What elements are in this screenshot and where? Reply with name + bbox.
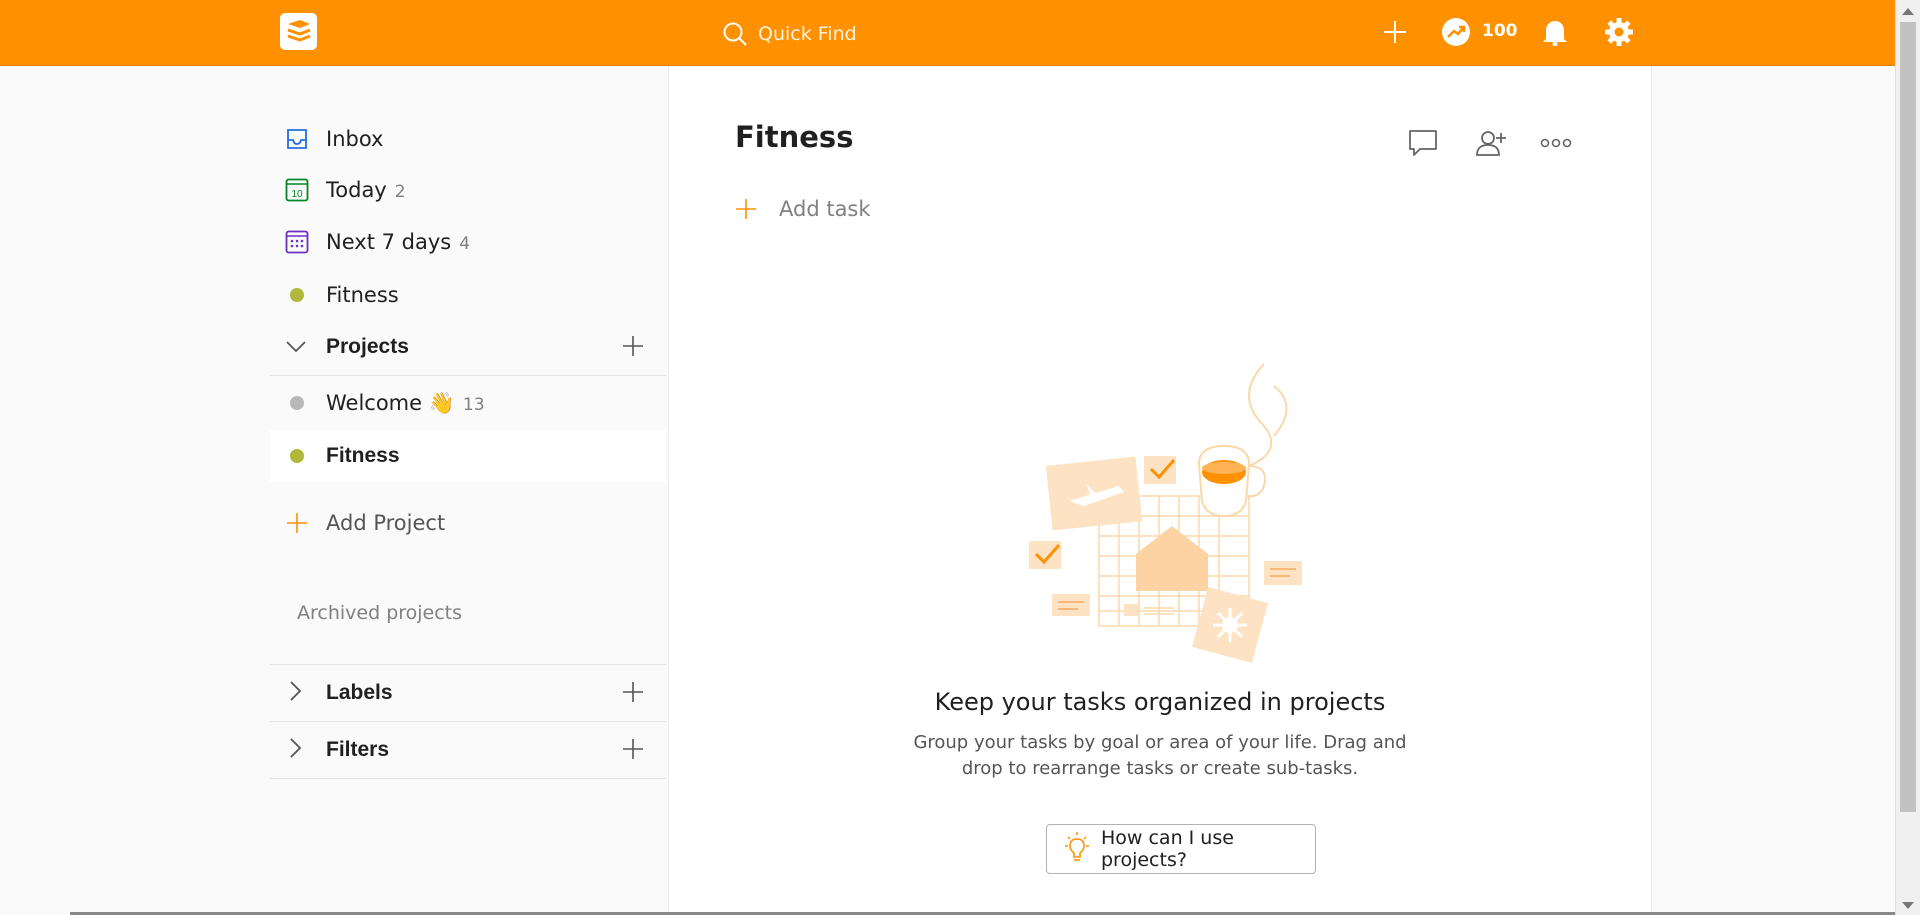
add-person-icon — [1476, 131, 1506, 156]
add-label-plus-icon[interactable] — [622, 681, 644, 707]
empty-state-illustration — [1029, 363, 1302, 663]
filters-title: Filters — [326, 738, 390, 761]
projects-title: Projects — [326, 335, 409, 358]
projects-section-header[interactable]: Projects — [270, 319, 666, 376]
bell-icon — [1543, 21, 1567, 46]
notifications-button[interactable] — [1536, 13, 1574, 51]
empty-state-title: Keep your tasks organized in projects — [934, 688, 1386, 716]
add-task-button[interactable]: Add task — [735, 194, 871, 224]
sidebar-item-next-7-days[interactable]: Next 7 days 4 — [270, 217, 666, 267]
svg-text:10: 10 — [291, 189, 303, 200]
plus-icon — [1384, 21, 1406, 43]
search-placeholder: Quick Find — [758, 23, 857, 45]
project-item-welcome[interactable]: Welcome 👋 13 — [270, 377, 666, 429]
project-label: Welcome 👋 — [326, 390, 455, 415]
project-item-fitness[interactable]: Fitness — [270, 430, 666, 482]
labels-title: Labels — [326, 681, 393, 704]
project-dot-icon — [284, 390, 310, 416]
logo-icon — [287, 20, 311, 42]
item-count: 2 — [394, 182, 406, 202]
sidebar: Inbox 10 Today 2 Next 7 days 4 Fitness P… — [0, 66, 667, 915]
calendar-today-icon: 10 — [284, 177, 310, 203]
scrollbar-thumb[interactable] — [1900, 22, 1916, 812]
comment-icon — [1409, 130, 1437, 156]
sidebar-item-label: Next 7 days — [326, 230, 452, 254]
add-project-button[interactable]: Add Project — [270, 498, 666, 548]
plus-icon — [736, 199, 756, 219]
sidebar-item-fitness-favorite[interactable]: Fitness — [270, 270, 666, 320]
sidebar-item-today[interactable]: 10 Today 2 — [270, 165, 666, 215]
project-dot-icon — [284, 282, 310, 308]
calendar-week-icon — [284, 229, 310, 255]
project-count: 13 — [462, 394, 485, 415]
top-bar: Quick Find 100 — [0, 0, 1895, 66]
filters-section-header[interactable]: Filters — [270, 722, 666, 779]
karma-trend-icon — [1442, 18, 1470, 46]
vertical-scrollbar[interactable] — [1895, 0, 1920, 915]
gear-icon — [1605, 18, 1633, 46]
item-count: 4 — [459, 234, 471, 254]
sidebar-item-label: Fitness — [326, 283, 399, 307]
sidebar-item-label: Today — [326, 178, 387, 202]
add-task-label: Add task — [779, 197, 871, 221]
settings-button[interactable] — [1600, 13, 1638, 51]
empty-state-description: Group your tasks by goal or area of your… — [913, 732, 1407, 779]
karma-score[interactable]: 100 — [1482, 21, 1518, 41]
comments-button[interactable] — [1404, 124, 1442, 162]
main-content: Fitness Add task Keep your tasks organiz… — [668, 66, 1652, 915]
search-icon — [723, 22, 747, 46]
sidebar-item-label: Inbox — [326, 127, 384, 151]
help-button-label: How can I use projects? — [1101, 827, 1234, 871]
add-project-label: Add Project — [326, 511, 446, 535]
how-to-use-projects-button[interactable]: How can I use projects? — [1046, 824, 1316, 874]
project-dot-icon — [284, 443, 310, 469]
add-filter-plus-icon[interactable] — [622, 738, 644, 764]
add-project-plus-icon[interactable] — [622, 335, 644, 361]
chevron-right-icon[interactable] — [290, 681, 302, 705]
scroll-up-arrow-icon[interactable] — [1902, 8, 1914, 15]
project-label: Fitness — [326, 444, 400, 467]
share-button[interactable] — [1472, 124, 1510, 162]
labels-section-header[interactable]: Labels — [270, 664, 666, 722]
karma-button[interactable] — [1437, 13, 1475, 51]
inbox-icon — [284, 126, 310, 152]
lightbulb-icon — [1061, 831, 1093, 867]
more-options-button[interactable] — [1537, 124, 1575, 162]
plus-icon — [284, 510, 310, 536]
archived-projects-link[interactable]: Archived projects — [297, 602, 462, 624]
sidebar-item-inbox[interactable]: Inbox — [270, 114, 666, 164]
chevron-right-icon[interactable] — [290, 738, 302, 762]
more-icon — [1540, 138, 1572, 148]
quick-find-search[interactable]: Quick Find — [722, 14, 1022, 54]
chevron-down-icon[interactable] — [286, 338, 306, 357]
todoist-logo[interactable] — [280, 13, 317, 50]
scroll-down-arrow-icon[interactable] — [1902, 902, 1914, 909]
quick-add-button[interactable] — [1376, 13, 1414, 51]
page-title: Fitness — [735, 120, 854, 154]
